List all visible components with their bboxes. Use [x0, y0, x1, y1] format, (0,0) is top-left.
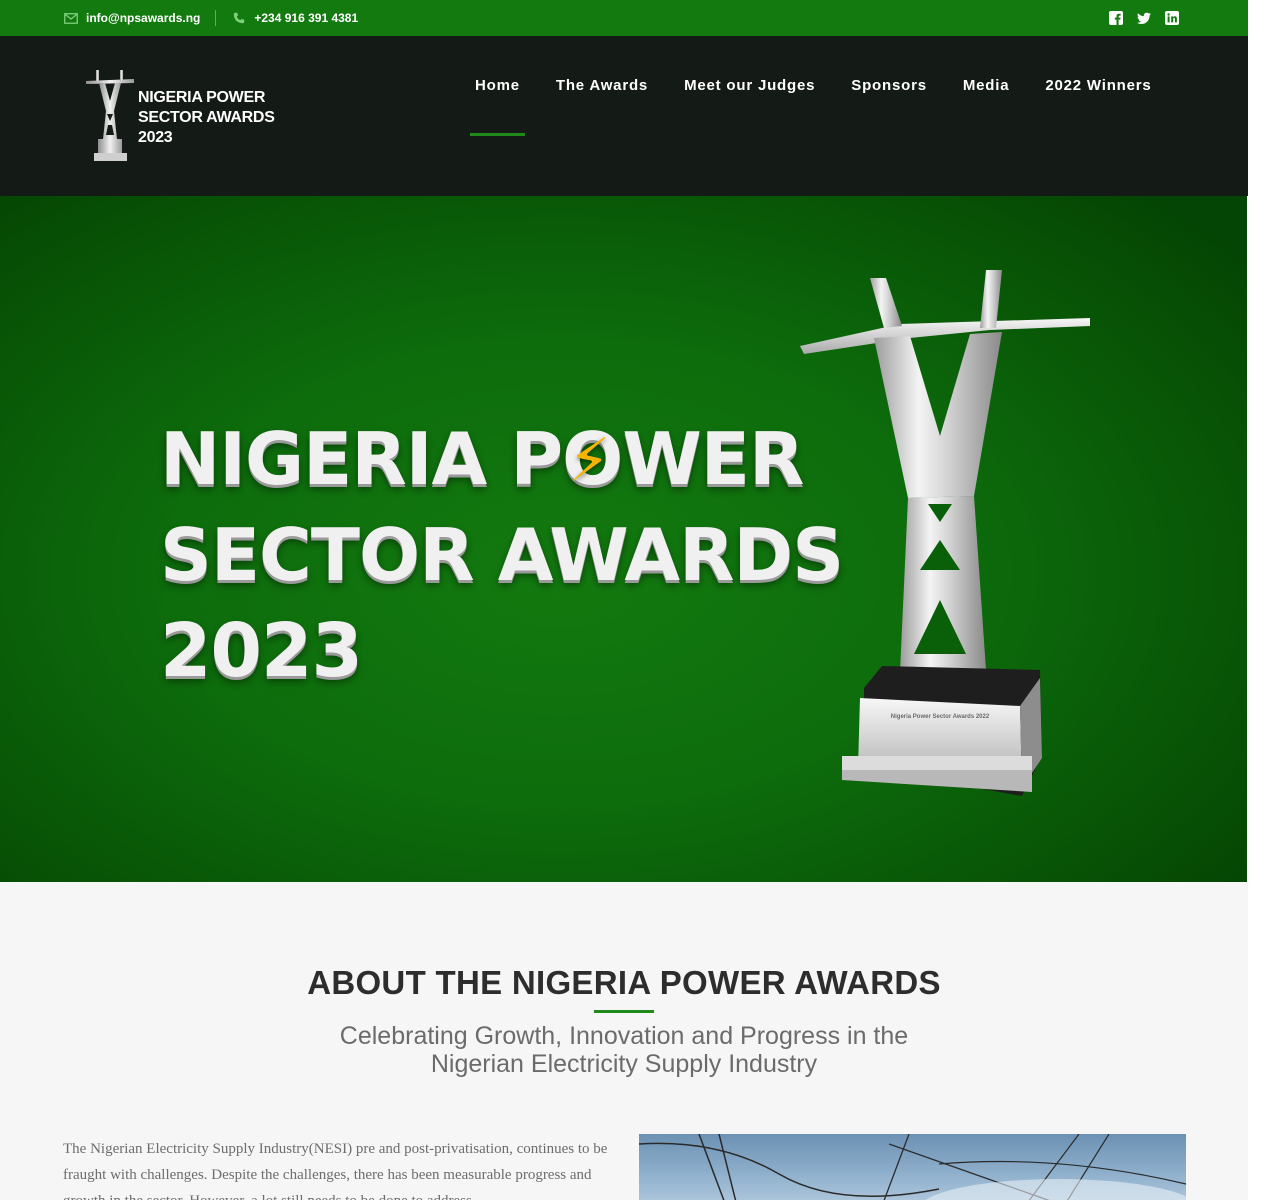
hero-banner: NIGERIA PO ⚡ WER SECTOR AWARDS 2023 Nige…	[0, 196, 1247, 882]
contact-info: info@npsawards.ng +234 916 391 4381	[63, 0, 358, 36]
site-logo[interactable]: NIGERIA POWER SECTOR AWARDS 2023	[84, 69, 284, 165]
lightning-bolt-icon: O ⚡	[562, 417, 623, 501]
phone-link[interactable]: +234 916 391 4381	[231, 11, 358, 25]
nav-sponsors[interactable]: Sponsors	[833, 36, 945, 136]
about-body-text: The Nigerian Electricity Supply Industry…	[63, 1141, 608, 1200]
envelope-icon	[63, 12, 78, 24]
about-section: ABOUT THE NIGERIA POWER AWARDS Celebrati…	[0, 882, 1248, 1200]
logo-line-3: 2023	[138, 129, 173, 146]
pylon-trophy-icon	[86, 70, 134, 161]
title-underline	[594, 1010, 654, 1013]
contact-divider	[215, 10, 217, 26]
email-text: info@npsawards.ng	[86, 11, 201, 25]
logo-line-2: SECTOR AWARDS	[138, 109, 275, 126]
top-bar: info@npsawards.ng +234 916 391 4381	[0, 0, 1248, 36]
nav-meet-our-judges[interactable]: Meet our Judges	[666, 36, 833, 136]
hero-title: NIGERIA PO ⚡ WER SECTOR AWARDS 2023	[160, 411, 844, 699]
nav-2022-winners[interactable]: 2022 Winners	[1027, 36, 1169, 136]
nav-media[interactable]: Media	[945, 36, 1028, 136]
linkedin-icon[interactable]	[1165, 11, 1179, 25]
hero-line-1: NIGERIA PO ⚡ WER	[160, 417, 804, 501]
nav-the-awards[interactable]: The Awards	[538, 36, 666, 136]
phone-text: +234 916 391 4381	[254, 11, 359, 25]
trophy-plaque-text: Nigeria Power Sector Awards 2022	[891, 714, 990, 720]
logo-line-1: NIGERIA POWER	[138, 89, 266, 106]
main-nav: Home The Awards Meet our Judges Sponsors…	[457, 36, 1170, 136]
about-title: ABOUT THE NIGERIA POWER AWARDS	[307, 964, 941, 1001]
social-links	[1109, 0, 1179, 36]
site-header: NIGERIA POWER SECTOR AWARDS 2023 Home Th…	[0, 36, 1248, 196]
email-link[interactable]: info@npsawards.ng	[63, 11, 200, 25]
about-subtitle: Celebrating Growth, Innovation and Progr…	[339, 1022, 909, 1078]
nav-home[interactable]: Home	[457, 36, 538, 136]
phone-icon	[231, 12, 246, 24]
power-lines-image	[639, 1134, 1186, 1200]
hero-line-3: 2023	[160, 608, 363, 694]
twitter-icon[interactable]	[1137, 11, 1151, 25]
facebook-icon[interactable]	[1109, 11, 1123, 25]
trophy-image: Nigeria Power Sector Awards 2022	[800, 270, 1090, 796]
logo-wordmark: NIGERIA POWER SECTOR AWARDS 2023	[138, 88, 275, 148]
hero-line-2: SECTOR AWARDS	[160, 513, 844, 597]
